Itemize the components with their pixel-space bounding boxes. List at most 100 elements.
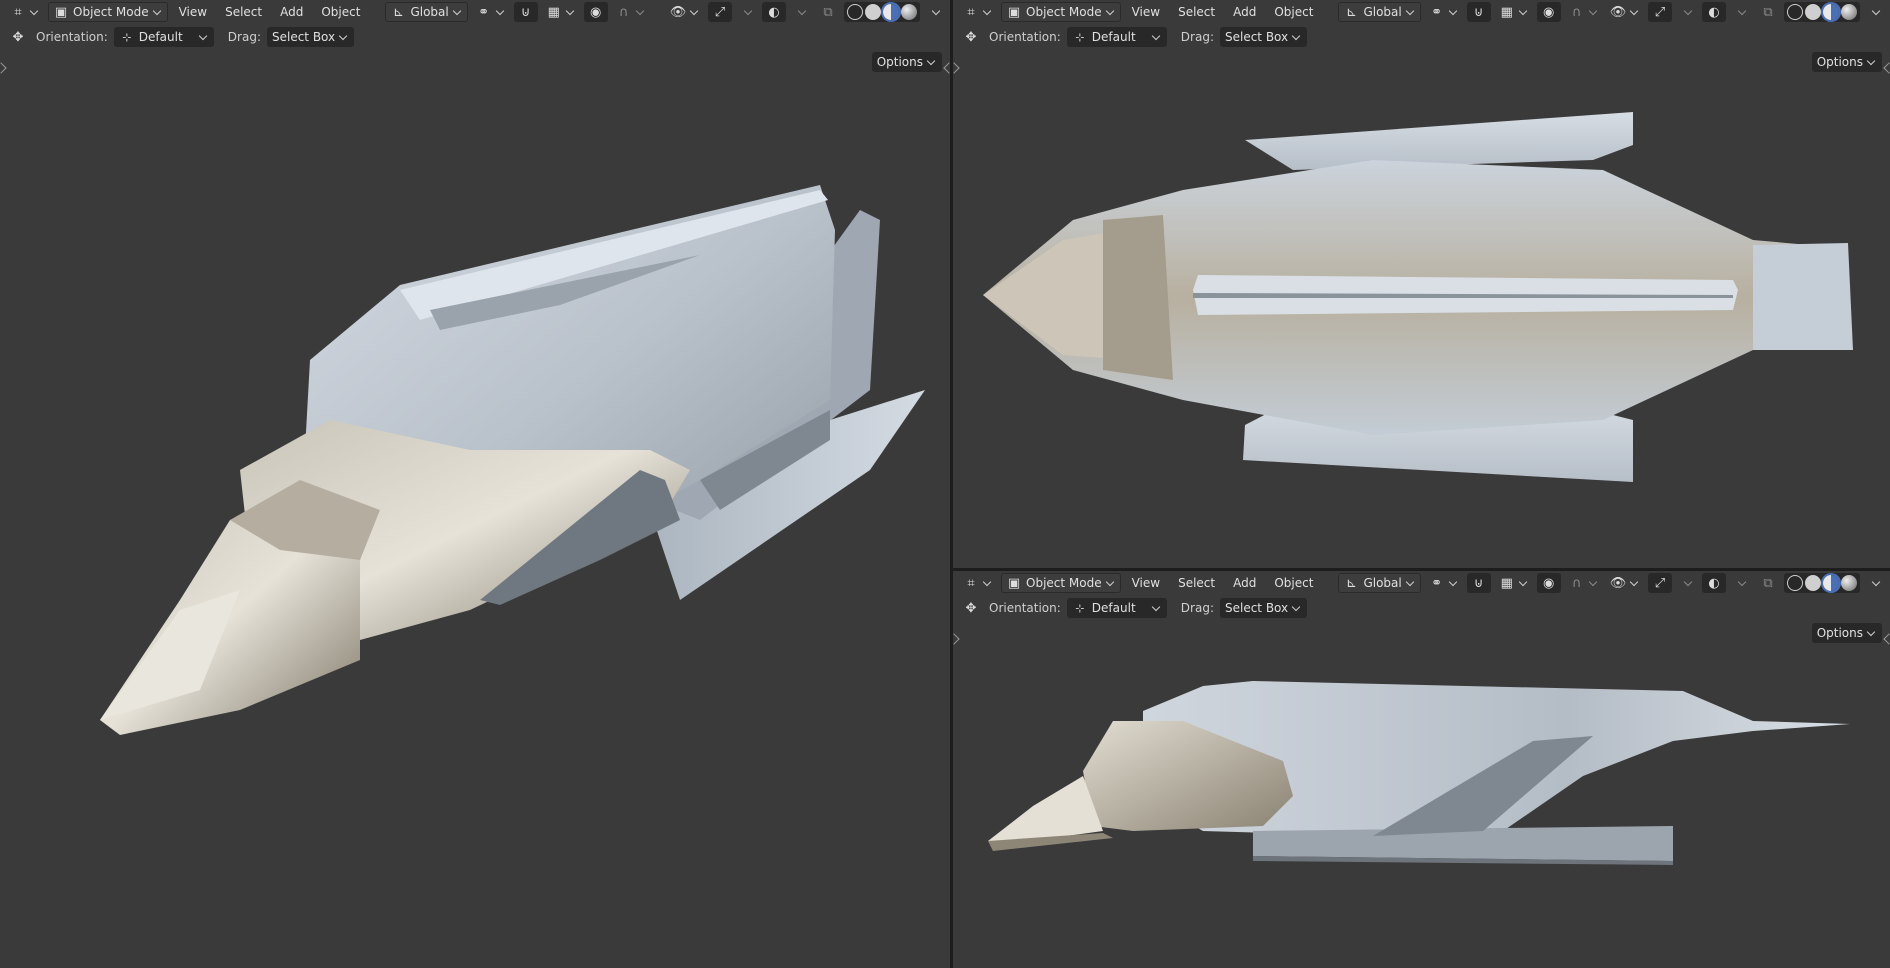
menu-view[interactable]: View xyxy=(1125,2,1167,22)
orientation-label: Orientation: xyxy=(989,30,1061,44)
options-label: Options xyxy=(1816,55,1863,69)
orientation-dropdown[interactable]: ⊹ Default xyxy=(113,27,214,47)
overlay-dropdown[interactable] xyxy=(1730,573,1752,593)
xray-toggle[interactable]: ⧉ xyxy=(816,2,840,22)
rendered-shading-icon[interactable] xyxy=(901,4,917,20)
snap-target-button[interactable]: ▦ xyxy=(542,2,580,22)
gizmo-toggle[interactable]: ⤢ xyxy=(1648,573,1672,593)
visibility-icon: 👁 xyxy=(669,4,687,20)
move-tool-icon[interactable]: ✥ xyxy=(963,29,979,45)
proportional-toggle[interactable]: ◉ xyxy=(1536,2,1561,22)
overlay-toggle[interactable]: ◐ xyxy=(1702,2,1726,22)
viewport-header: ⌗ ▣ Object Mode View Select Add Object ⊾ G… xyxy=(953,571,1890,595)
snap-target-button[interactable]: ▦ xyxy=(1495,573,1533,593)
pivot-button[interactable]: ⚭ xyxy=(1425,573,1463,593)
gizmo-toggle[interactable]: ⤢ xyxy=(708,2,732,22)
wireframe-shading-icon[interactable] xyxy=(1787,4,1803,20)
overlay-toggle[interactable]: ◐ xyxy=(762,2,786,22)
options-dropdown[interactable]: Options xyxy=(1811,623,1882,643)
menu-select[interactable]: Select xyxy=(1171,573,1222,593)
options-dropdown[interactable]: Options xyxy=(871,52,942,72)
overlay-dropdown[interactable] xyxy=(790,2,812,22)
menu-select[interactable]: Select xyxy=(218,2,269,22)
header-right-group: 👁 ⤢ ◐ ⧉ xyxy=(1606,2,1886,22)
gizmo-dropdown[interactable] xyxy=(736,2,758,22)
menu-view[interactable]: View xyxy=(172,2,214,22)
wireframe-shading-icon[interactable] xyxy=(847,4,863,20)
gizmo-dropdown[interactable] xyxy=(1676,573,1698,593)
gizmo-icon: ⤢ xyxy=(714,4,726,20)
drag-dropdown[interactable]: Select Box xyxy=(266,27,355,47)
proportional-toggle[interactable]: ◉ xyxy=(583,2,608,22)
gizmo-dropdown[interactable] xyxy=(1676,2,1698,22)
menu-object[interactable]: Object xyxy=(1267,573,1320,593)
falloff-button[interactable]: ∩ xyxy=(1565,573,1603,593)
snap-toggle[interactable]: ⊍ xyxy=(1466,2,1491,22)
overlay-dropdown[interactable] xyxy=(1730,2,1752,22)
visibility-button[interactable]: 👁 xyxy=(666,2,704,22)
mode-label: Object Mode xyxy=(1026,5,1102,19)
options-dropdown[interactable]: Options xyxy=(1811,52,1882,72)
visibility-button[interactable]: 👁 xyxy=(1606,573,1644,593)
proportional-toggle[interactable]: ◉ xyxy=(1536,573,1561,593)
mode-dropdown[interactable]: ▣ Object Mode xyxy=(48,2,168,22)
solid-shading-icon[interactable] xyxy=(1805,4,1821,20)
xray-toggle[interactable]: ⧉ xyxy=(1756,573,1780,593)
material-shading-icon[interactable] xyxy=(1823,4,1839,20)
menu-view[interactable]: View xyxy=(1125,573,1167,593)
falloff-button[interactable]: ∩ xyxy=(612,2,650,22)
transform-orientation-label: Global xyxy=(1363,5,1402,19)
orientation-dropdown[interactable]: ⊹ Default xyxy=(1066,598,1167,618)
menu-add[interactable]: Add xyxy=(273,2,310,22)
move-tool-icon[interactable]: ✥ xyxy=(10,29,26,45)
model-top xyxy=(983,112,1853,482)
shading-dropdown[interactable] xyxy=(924,2,946,22)
transform-orientation-dropdown[interactable]: ⊾ Global xyxy=(1338,2,1421,22)
shading-dropdown[interactable] xyxy=(1864,573,1886,593)
menu-object[interactable]: Object xyxy=(1267,2,1320,22)
snap-target-button[interactable]: ▦ xyxy=(1495,2,1533,22)
snap-toggle[interactable]: ⊍ xyxy=(1466,573,1491,593)
shading-dropdown[interactable] xyxy=(1864,2,1886,22)
material-shading-icon[interactable] xyxy=(1823,575,1839,591)
xray-toggle[interactable]: ⧉ xyxy=(1756,2,1780,22)
editor-type-button[interactable]: ⌗ xyxy=(959,2,997,22)
wireframe-shading-icon[interactable] xyxy=(1787,575,1803,591)
menu-add[interactable]: Add xyxy=(1226,573,1263,593)
visibility-button[interactable]: 👁 xyxy=(1606,2,1644,22)
mode-dropdown[interactable]: ▣ Object Mode xyxy=(1001,573,1121,593)
mode-dropdown[interactable]: ▣ Object Mode xyxy=(1001,2,1121,22)
transform-orientation-dropdown[interactable]: ⊾ Global xyxy=(1338,573,1421,593)
viewport-top[interactable]: ⌗ ▣ Object Mode View Select Add Object ⊾ G… xyxy=(953,0,1890,568)
orientation-dropdown[interactable]: ⊹ Default xyxy=(1066,27,1167,47)
menu-object[interactable]: Object xyxy=(314,2,367,22)
editor-type-button[interactable]: ⌗ xyxy=(959,573,997,593)
falloff-button[interactable]: ∩ xyxy=(1565,2,1603,22)
rendered-shading-icon[interactable] xyxy=(1841,575,1857,591)
solid-shading-icon[interactable] xyxy=(865,4,881,20)
menu-add[interactable]: Add xyxy=(1226,2,1263,22)
overlay-toggle[interactable]: ◐ xyxy=(1702,573,1726,593)
menu-select[interactable]: Select xyxy=(1171,2,1222,22)
object-mode-icon: ▣ xyxy=(54,4,68,20)
shading-group xyxy=(844,2,920,22)
viewport-side[interactable]: ⌗ ▣ Object Mode View Select Add Object ⊾ G… xyxy=(953,571,1890,968)
solid-shading-icon[interactable] xyxy=(1805,575,1821,591)
viewport-perspective[interactable]: ⌗ ▣ Object Mode View Select Add Object ⊾ G… xyxy=(0,0,950,968)
move-tool-icon[interactable]: ✥ xyxy=(963,600,979,616)
rendered-shading-icon[interactable] xyxy=(1841,4,1857,20)
gizmo-toggle[interactable]: ⤢ xyxy=(1648,2,1672,22)
tool-settings-bar: ✥ Orientation: ⊹ Default Drag: Select Box… xyxy=(0,25,950,72)
shading-group xyxy=(1784,2,1860,22)
material-shading-icon[interactable] xyxy=(883,4,899,20)
pivot-button[interactable]: ⚭ xyxy=(472,2,510,22)
snap-toggle[interactable]: ⊍ xyxy=(513,2,538,22)
visibility-icon: 👁 xyxy=(1609,4,1627,20)
pivot-button[interactable]: ⚭ xyxy=(1425,2,1463,22)
drag-dropdown[interactable]: Select Box xyxy=(1219,598,1308,618)
proportional-edit-icon: ◉ xyxy=(1543,575,1555,591)
overlay-icon: ◐ xyxy=(768,4,780,20)
drag-dropdown[interactable]: Select Box xyxy=(1219,27,1308,47)
transform-orientation-dropdown[interactable]: ⊾ Global xyxy=(385,2,468,22)
editor-type-button[interactable]: ⌗ xyxy=(6,2,44,22)
